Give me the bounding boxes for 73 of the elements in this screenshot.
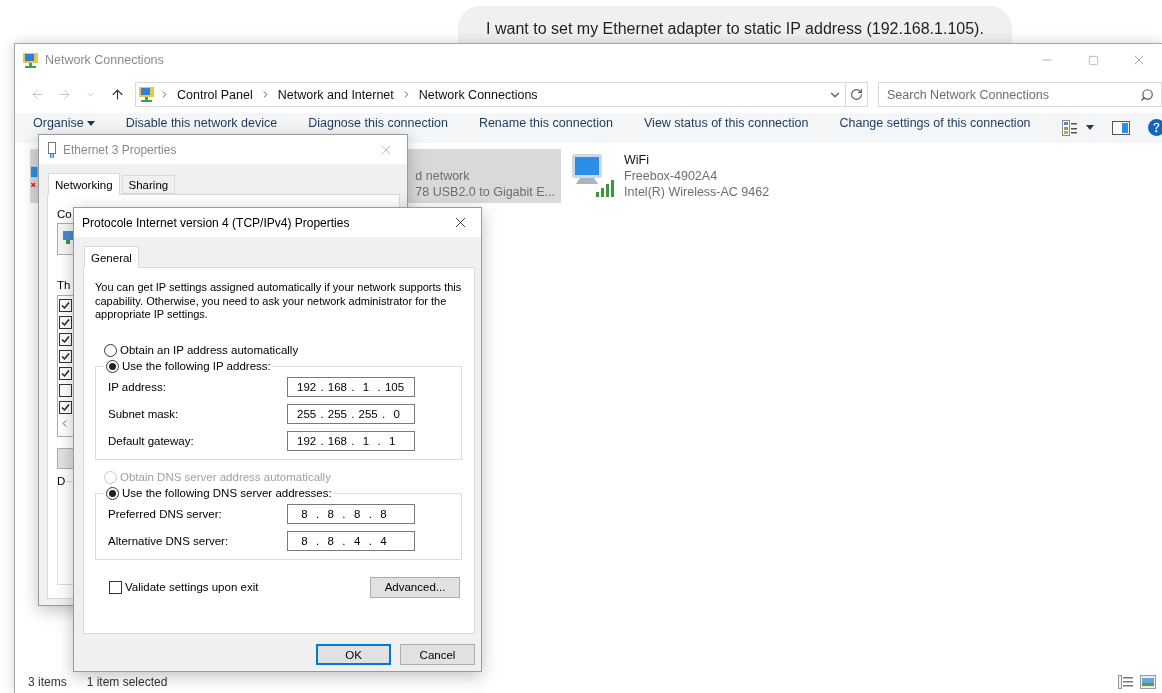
- breadcrumb[interactable]: Network Connections: [415, 87, 541, 102]
- checkbox[interactable]: [59, 299, 72, 312]
- field-label: Alternative DNS server:: [108, 534, 229, 547]
- connection-status: d network: [415, 168, 471, 184]
- ip-input[interactable]: 8 . 8 . 8 . 8: [287, 503, 415, 524]
- tab[interactable]: Networking: [48, 173, 120, 195]
- ip-input[interactable]: 192 . 168 . 1 . 105: [287, 376, 415, 397]
- connection-item[interactable]: WiFi Freebox-4902A4 Intel(R) Wireless-AC 9462: [570, 149, 776, 203]
- group-label: D: [56, 475, 67, 487]
- checkbox[interactable]: [59, 384, 72, 397]
- large-icons-view-icon[interactable]: [1140, 675, 1156, 689]
- radio-label: Use the following DNS server addresses:: [122, 487, 332, 499]
- help-icon[interactable]: [1147, 119, 1162, 136]
- preview-pane-icon[interactable]: [1111, 120, 1130, 135]
- radio-label: Use the following IP address:: [122, 360, 271, 372]
- field-label: IP address:: [108, 380, 166, 393]
- status-text: 1 item selected: [86, 675, 168, 689]
- connection-name: WiFi: [624, 152, 650, 168]
- caret-icon: [86, 120, 95, 126]
- field-label: Preferred DNS server:: [108, 507, 222, 520]
- tab[interactable]: General: [84, 246, 139, 268]
- address-bar[interactable]: Control Panel Network and Internet Network Connections: [135, 82, 869, 107]
- status-text: 3 items: [28, 675, 67, 689]
- caret-icon: [1085, 125, 1094, 130]
- advanced-button[interactable]: Advanced...: [370, 576, 460, 598]
- command-button[interactable]: View status of this connection: [644, 116, 809, 130]
- chat-message: I want to set my Ethernet adapter to static IP address (192.168.1.105).: [486, 20, 984, 39]
- section-label: Co: [57, 208, 72, 220]
- network-folder-icon: [138, 86, 155, 103]
- network-adapter-icon: [62, 230, 74, 244]
- radio-label: Obtain an IP address automatically: [120, 344, 299, 356]
- window-title: Network Connections: [45, 53, 164, 67]
- view-options-button[interactable]: [1061, 119, 1094, 136]
- ip-input[interactable]: 192 . 168 . 1 . 1: [287, 430, 415, 451]
- command-button[interactable]: Change settings of this connection: [839, 116, 1031, 130]
- network-folder-icon: [22, 51, 39, 69]
- checkbox[interactable]: [59, 333, 72, 346]
- search-field[interactable]: Search Network Connections: [878, 82, 1162, 107]
- connection-status: Freebox-4902A4: [624, 168, 719, 184]
- checkbox[interactable]: [59, 401, 72, 414]
- view-icon: [1061, 119, 1078, 136]
- connection-device: 78 USB2.0 to Gigabit E...: [415, 184, 555, 200]
- tab[interactable]: Sharing: [121, 175, 176, 194]
- checkbox[interactable]: [59, 367, 72, 380]
- refresh-icon[interactable]: [850, 88, 864, 101]
- details-view-icon[interactable]: [1118, 675, 1134, 689]
- section-label: Th: [57, 279, 71, 291]
- field-label: Default gateway:: [108, 434, 194, 447]
- dialog-button[interactable]: Cancel: [400, 644, 475, 665]
- command-button[interactable]: Diagnose this connection: [308, 116, 448, 130]
- checkbox-label: Validate settings upon exit: [125, 581, 259, 593]
- command-button[interactable]: Rename this connection: [478, 116, 613, 130]
- checkbox[interactable]: [109, 580, 122, 594]
- ip-input[interactable]: 8 . 8 . 4 . 4: [287, 530, 415, 551]
- radio-label: Obtain DNS server address automatically: [120, 471, 331, 483]
- dialog-button[interactable]: OK: [316, 644, 391, 665]
- radio-button[interactable]: [106, 486, 119, 500]
- intro-text: You can get IP settings assigned automatically if your network supports this capability. Otherwise, you need to ask your network administrator for the appropriate IP settings.: [95, 281, 463, 322]
- breadcrumb[interactable]: Control Panel: [174, 87, 256, 102]
- dialog-title: Ethernet 3 Properties: [63, 142, 177, 157]
- field-label: Subnet mask:: [108, 407, 179, 420]
- command-button[interactable]: Organise: [33, 116, 95, 130]
- network-adapter-icon: [47, 141, 57, 158]
- radio-button[interactable]: [106, 359, 119, 373]
- breadcrumb[interactable]: Network and Internet: [274, 87, 397, 102]
- command-button[interactable]: Disable this network device: [125, 116, 278, 130]
- ip-input[interactable]: 255 . 255 . 255 . 0: [287, 403, 415, 424]
- radio-button[interactable]: [104, 343, 117, 357]
- checkbox[interactable]: [59, 350, 72, 363]
- connection-device: Intel(R) Wireless-AC 9462: [624, 184, 770, 200]
- checkbox[interactable]: [59, 316, 72, 329]
- dialog-title: Protocole Internet version 4 (TCP/IPv4) Properties: [82, 215, 350, 230]
- search-icon: [1140, 88, 1155, 102]
